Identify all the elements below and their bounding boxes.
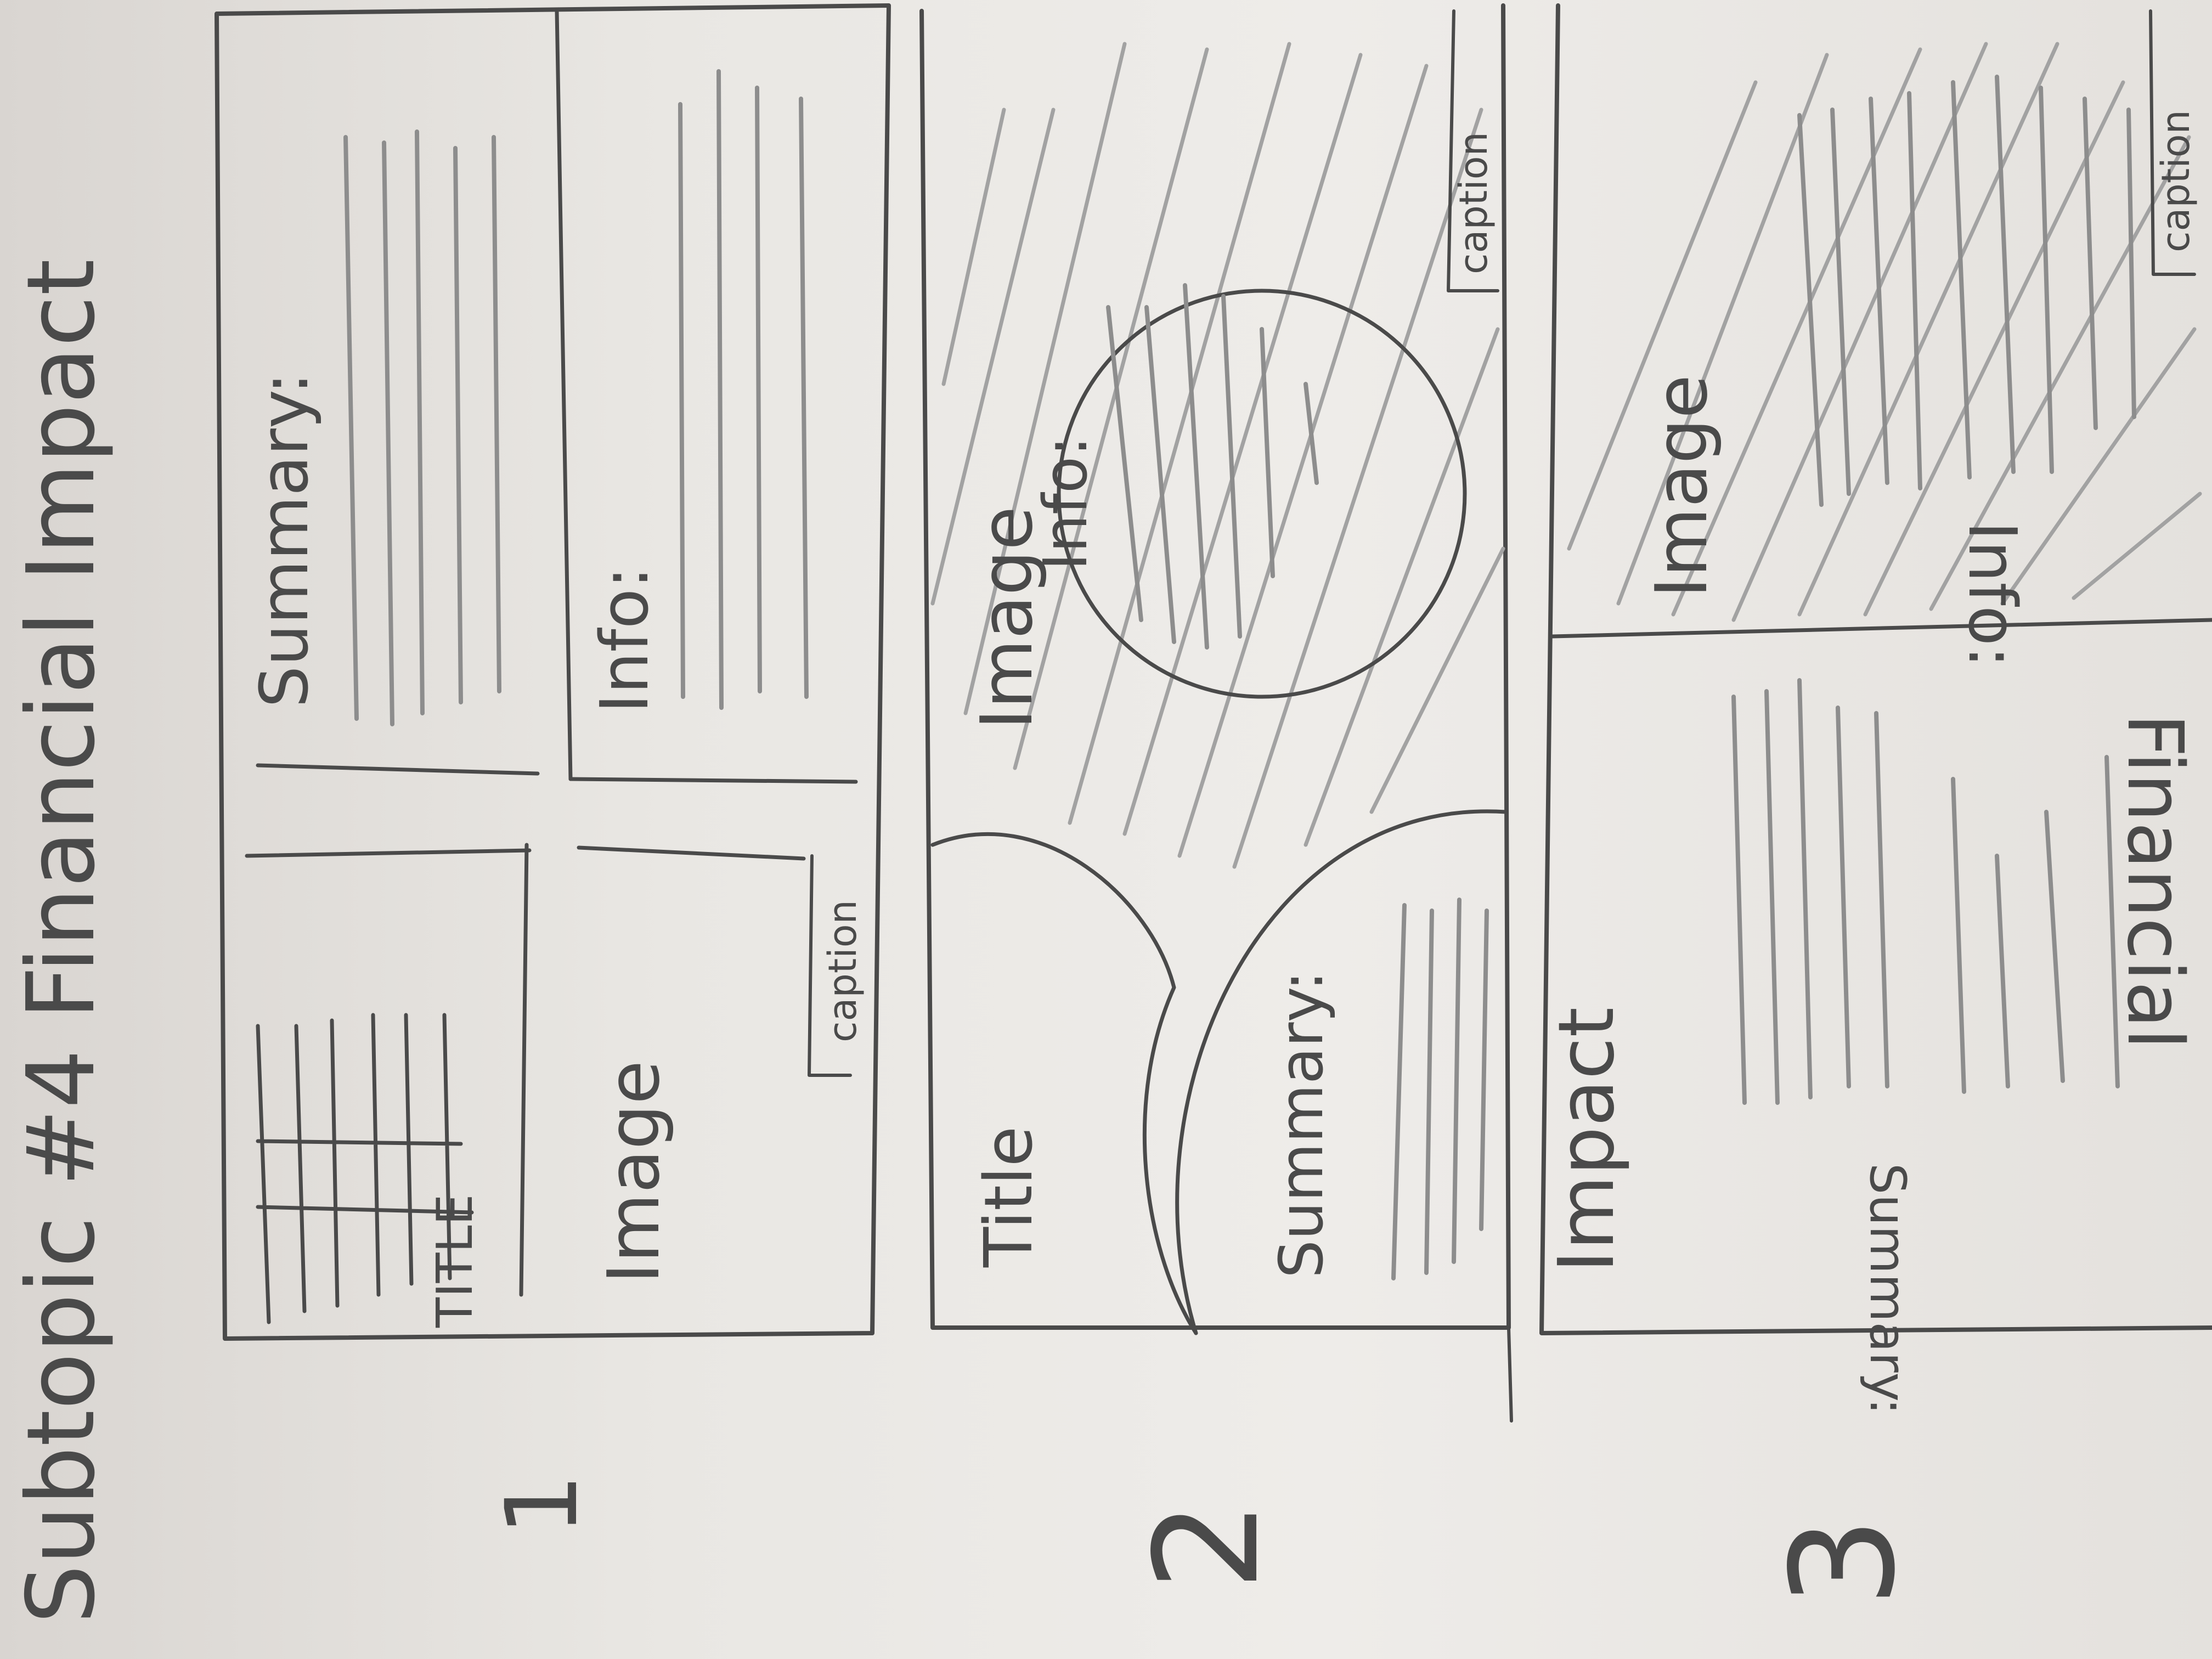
- panel-1-vertical-divider: [519, 9, 573, 1297]
- storyboard-sketch: Subtopic #4 Financial Impact TITLE Summa…: [7, 3, 2212, 1624]
- panel-1-title: TITLE: [426, 1194, 484, 1328]
- panel-3-image-label: Image: [1640, 375, 1723, 598]
- panel-2-image-hatching: [930, 42, 1505, 869]
- panel-1-horizontal-divider: [245, 763, 858, 861]
- panel-2: Info: Image Title Summary: caption: [919, 3, 1513, 1423]
- panel-1-summary-lines: [343, 129, 501, 726]
- panel-1-number: 1: [485, 1473, 600, 1536]
- panel-3-number: 3: [1761, 1517, 1927, 1607]
- panel-2-info-lines: [1106, 283, 1319, 650]
- panel-3: Image Info: caption Summary: Impact Fina…: [1539, 3, 2212, 1415]
- panel-3-title-financial: Financial: [2110, 713, 2199, 1049]
- panel-2-summary-label: Summary:: [1266, 970, 1336, 1278]
- panel-1-caption: caption: [820, 900, 865, 1042]
- panel-1: TITLE Summary: Info: Image caption: [215, 3, 891, 1341]
- panel-3-summary-lines: [1731, 678, 2120, 1105]
- panel-3-title-impact: Impact: [1542, 1007, 1632, 1273]
- panel-1-summary-label: Summary:: [247, 372, 323, 708]
- panel-1-info-label: Info:: [587, 566, 663, 713]
- panel-2-bottom-extension: [1507, 1326, 1513, 1423]
- panel-3-caption: caption: [2153, 110, 2198, 252]
- panel-2-summary-lines: [1391, 898, 1489, 1280]
- panel-2-title: Title: [971, 1126, 1047, 1268]
- panel-3-info-lines: [1797, 75, 2136, 507]
- panel-1-image-label: Image: [592, 1060, 675, 1284]
- page-heading: Subtopic #4 Financial Impact: [7, 259, 116, 1624]
- panel-1-info-lines: [678, 69, 809, 710]
- panel-2-caption: caption: [1451, 132, 1496, 274]
- panel-2-number: 2: [1125, 1500, 1290, 1591]
- panel-3-horizontal-divider: [1550, 618, 2212, 639]
- panel-3-info-label: Info:: [1954, 521, 2030, 668]
- panel-1-title-block: TITLE: [256, 1013, 484, 1328]
- panel-2-image-label: Image: [965, 506, 1048, 730]
- panel-3-summary-label: Summary:: [1859, 1163, 1916, 1415]
